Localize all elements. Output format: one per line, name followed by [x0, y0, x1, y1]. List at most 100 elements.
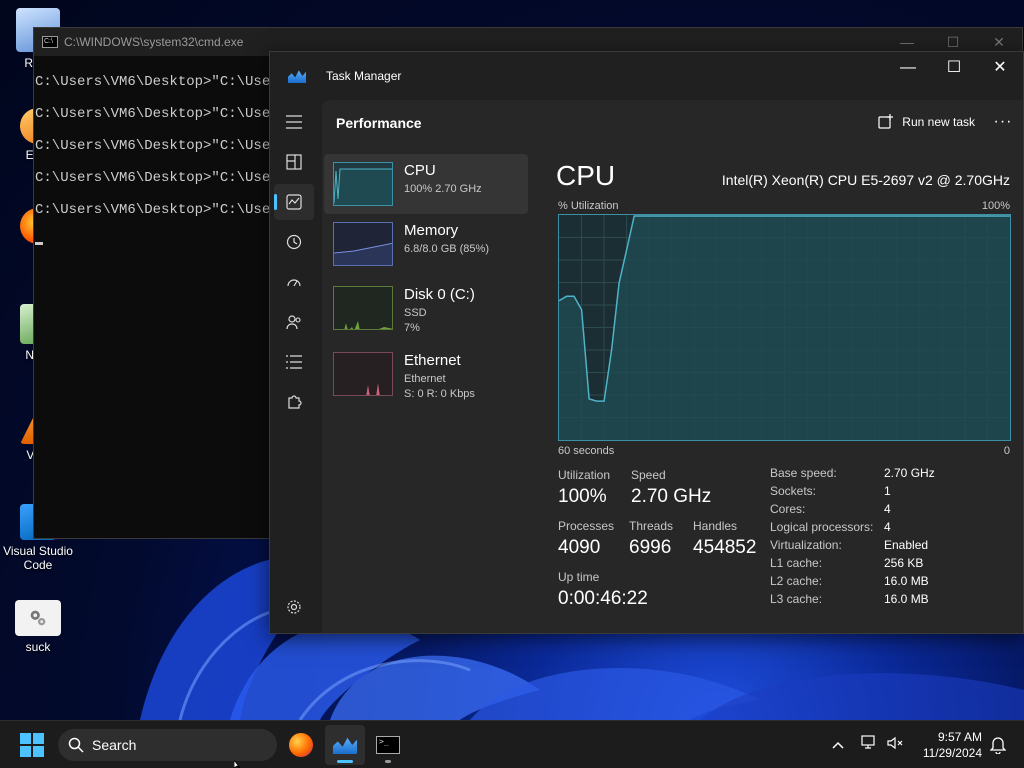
close-button[interactable]: ✕	[977, 52, 1023, 84]
hamburger-icon	[286, 115, 302, 129]
spec-row: Logical processors: 4	[770, 520, 935, 538]
tm-title: Task Manager	[326, 69, 402, 83]
details-list-icon	[286, 355, 302, 369]
stat-speed: Speed 2.70 GHz	[631, 468, 711, 508]
spec-key: Virtualization:	[770, 538, 842, 552]
cpu-detail: CPU Intel(R) Xeon(R) CPU E5-2697 v2 @ 2.…	[556, 154, 1023, 633]
perf-text: CPU 100% 2.70 GHz	[404, 162, 482, 197]
tm-titlebar[interactable]: Task Manager — ☐ ✕	[270, 52, 1023, 100]
chevron-up-icon[interactable]	[826, 736, 850, 754]
desktop-icon-suck[interactable]: suck	[3, 600, 73, 654]
stat-handles: Handles 454852	[693, 519, 756, 559]
processes-icon	[286, 154, 302, 170]
speedometer-icon	[287, 279, 301, 287]
task-manager-icon	[288, 70, 306, 83]
cpu-thumbnail	[333, 162, 393, 206]
stat-threads: Threads 6996	[629, 519, 673, 559]
windows-logo-icon	[20, 733, 44, 757]
spec-key: L3 cache:	[770, 592, 823, 606]
stat-utilization: Utilization 100%	[558, 468, 610, 508]
perf-sub: S: 0 R: 0 Kbps	[404, 388, 475, 400]
memory-thumbnail	[333, 222, 393, 266]
minimize-button[interactable]: —	[885, 52, 931, 84]
terminal-icon: >_	[376, 736, 400, 754]
run-new-task-button[interactable]: Run new task	[878, 114, 975, 130]
spec-key: Base speed:	[770, 466, 837, 480]
nav-users[interactable]	[274, 304, 314, 340]
search-placeholder: Search	[92, 737, 137, 753]
run-new-task-label: Run new task	[902, 115, 975, 129]
perf-sub: 7%	[404, 322, 420, 334]
active-indicator	[337, 760, 353, 763]
spec-value: 256 KB	[884, 556, 924, 570]
nav-services[interactable]	[274, 384, 314, 420]
cpu-utilization-graph[interactable]	[558, 214, 1011, 441]
spec-value: 16.0 MB	[884, 574, 929, 588]
volume-muted-icon[interactable]	[884, 735, 906, 756]
tm-header: Performance Run new task ···	[322, 100, 1023, 146]
desktop-icon-label: suck	[25, 640, 51, 654]
stat-value: 2.70 GHz	[631, 486, 712, 507]
graph-time-zero: 0	[1003, 445, 1010, 457]
spec-row: Cores: 4	[770, 502, 935, 520]
nav-rail	[270, 100, 318, 633]
stat-uptime: Up time 0:00:46:22	[558, 570, 648, 610]
firefox-icon	[289, 733, 313, 757]
start-button[interactable]	[20, 733, 44, 757]
spec-row: L1 cache: 256 KB	[770, 556, 935, 574]
graph-time-span: 60 seconds	[558, 445, 615, 457]
spec-value: 1	[884, 484, 891, 498]
settings-file-icon	[15, 600, 61, 636]
disk-thumbnail	[333, 286, 393, 330]
ethernet-thumbnail	[333, 352, 393, 396]
taskbar-firefox[interactable]	[281, 725, 321, 765]
spec-row: L2 cache: 16.0 MB	[770, 574, 935, 592]
history-icon	[286, 234, 302, 250]
notifications-bell-icon[interactable]	[989, 736, 1007, 759]
search-icon	[68, 737, 84, 753]
settings-button[interactable]	[274, 589, 314, 625]
nav-details[interactable]	[274, 344, 314, 380]
text-cursor	[35, 242, 43, 245]
perf-name: Memory	[404, 222, 459, 239]
hamburger-menu-button[interactable]	[274, 104, 314, 140]
perf-item-ethernet[interactable]: Ethernet Ethernet S: 0 R: 0 Kbps	[324, 344, 528, 404]
taskbar-task-manager[interactable]	[325, 725, 365, 765]
perf-item-disk[interactable]: Disk 0 (C:) SSD 7%	[324, 278, 528, 338]
nav-app-history[interactable]	[274, 224, 314, 260]
taskbar-clock[interactable]: 9:57 AM 11/29/2024	[923, 729, 982, 761]
perf-name: Disk 0 (C:)	[404, 286, 475, 303]
stat-label: Threads	[629, 519, 674, 533]
perf-item-cpu[interactable]: CPU 100% 2.70 GHz	[324, 154, 528, 214]
system-tray	[826, 721, 906, 768]
perf-sub: Ethernet	[404, 373, 446, 385]
taskbar-search[interactable]: Search	[58, 729, 277, 761]
network-icon[interactable]	[856, 734, 884, 756]
gear-icon	[287, 600, 301, 614]
taskbar-terminal[interactable]: >_	[368, 725, 408, 765]
perf-item-memory[interactable]: Memory 6.8/8.0 GB (85%)	[324, 214, 528, 274]
cpu-specs: Base speed: 2.70 GHz Sockets: 1 Cores: 4 Lo…	[770, 466, 935, 610]
spec-value: Enabled	[884, 538, 929, 552]
task-manager-window[interactable]: Task Manager — ☐ ✕ Performance Run new t…	[269, 51, 1024, 634]
perf-text: Memory 6.8/8.0 GB (85%)	[404, 222, 489, 257]
maximize-button[interactable]: ☐	[931, 52, 977, 84]
tm-main-panel: Performance Run new task ··· CPU 100% 2.…	[322, 100, 1023, 633]
spec-row: Virtualization: Enabled	[770, 538, 935, 556]
tm-window-controls: — ☐ ✕	[885, 52, 1023, 84]
perf-sub: SSD	[404, 307, 427, 319]
stat-value: 454852	[693, 537, 757, 558]
utilization-axis-max: 100%	[981, 200, 1010, 212]
spec-value: 4	[884, 502, 891, 516]
stat-label: Utilization	[558, 468, 611, 482]
perf-name: CPU	[404, 162, 436, 179]
terminal-icon: C:\	[42, 36, 58, 48]
spec-row: Sockets: 1	[770, 484, 935, 502]
spec-key: L1 cache:	[770, 556, 823, 570]
spec-key: L2 cache:	[770, 574, 823, 588]
nav-startup-apps[interactable]	[274, 264, 314, 300]
nav-performance[interactable]	[274, 184, 314, 220]
more-options-button[interactable]: ···	[989, 110, 1017, 134]
spec-row: L3 cache: 16.0 MB	[770, 592, 935, 610]
nav-processes[interactable]	[274, 144, 314, 180]
